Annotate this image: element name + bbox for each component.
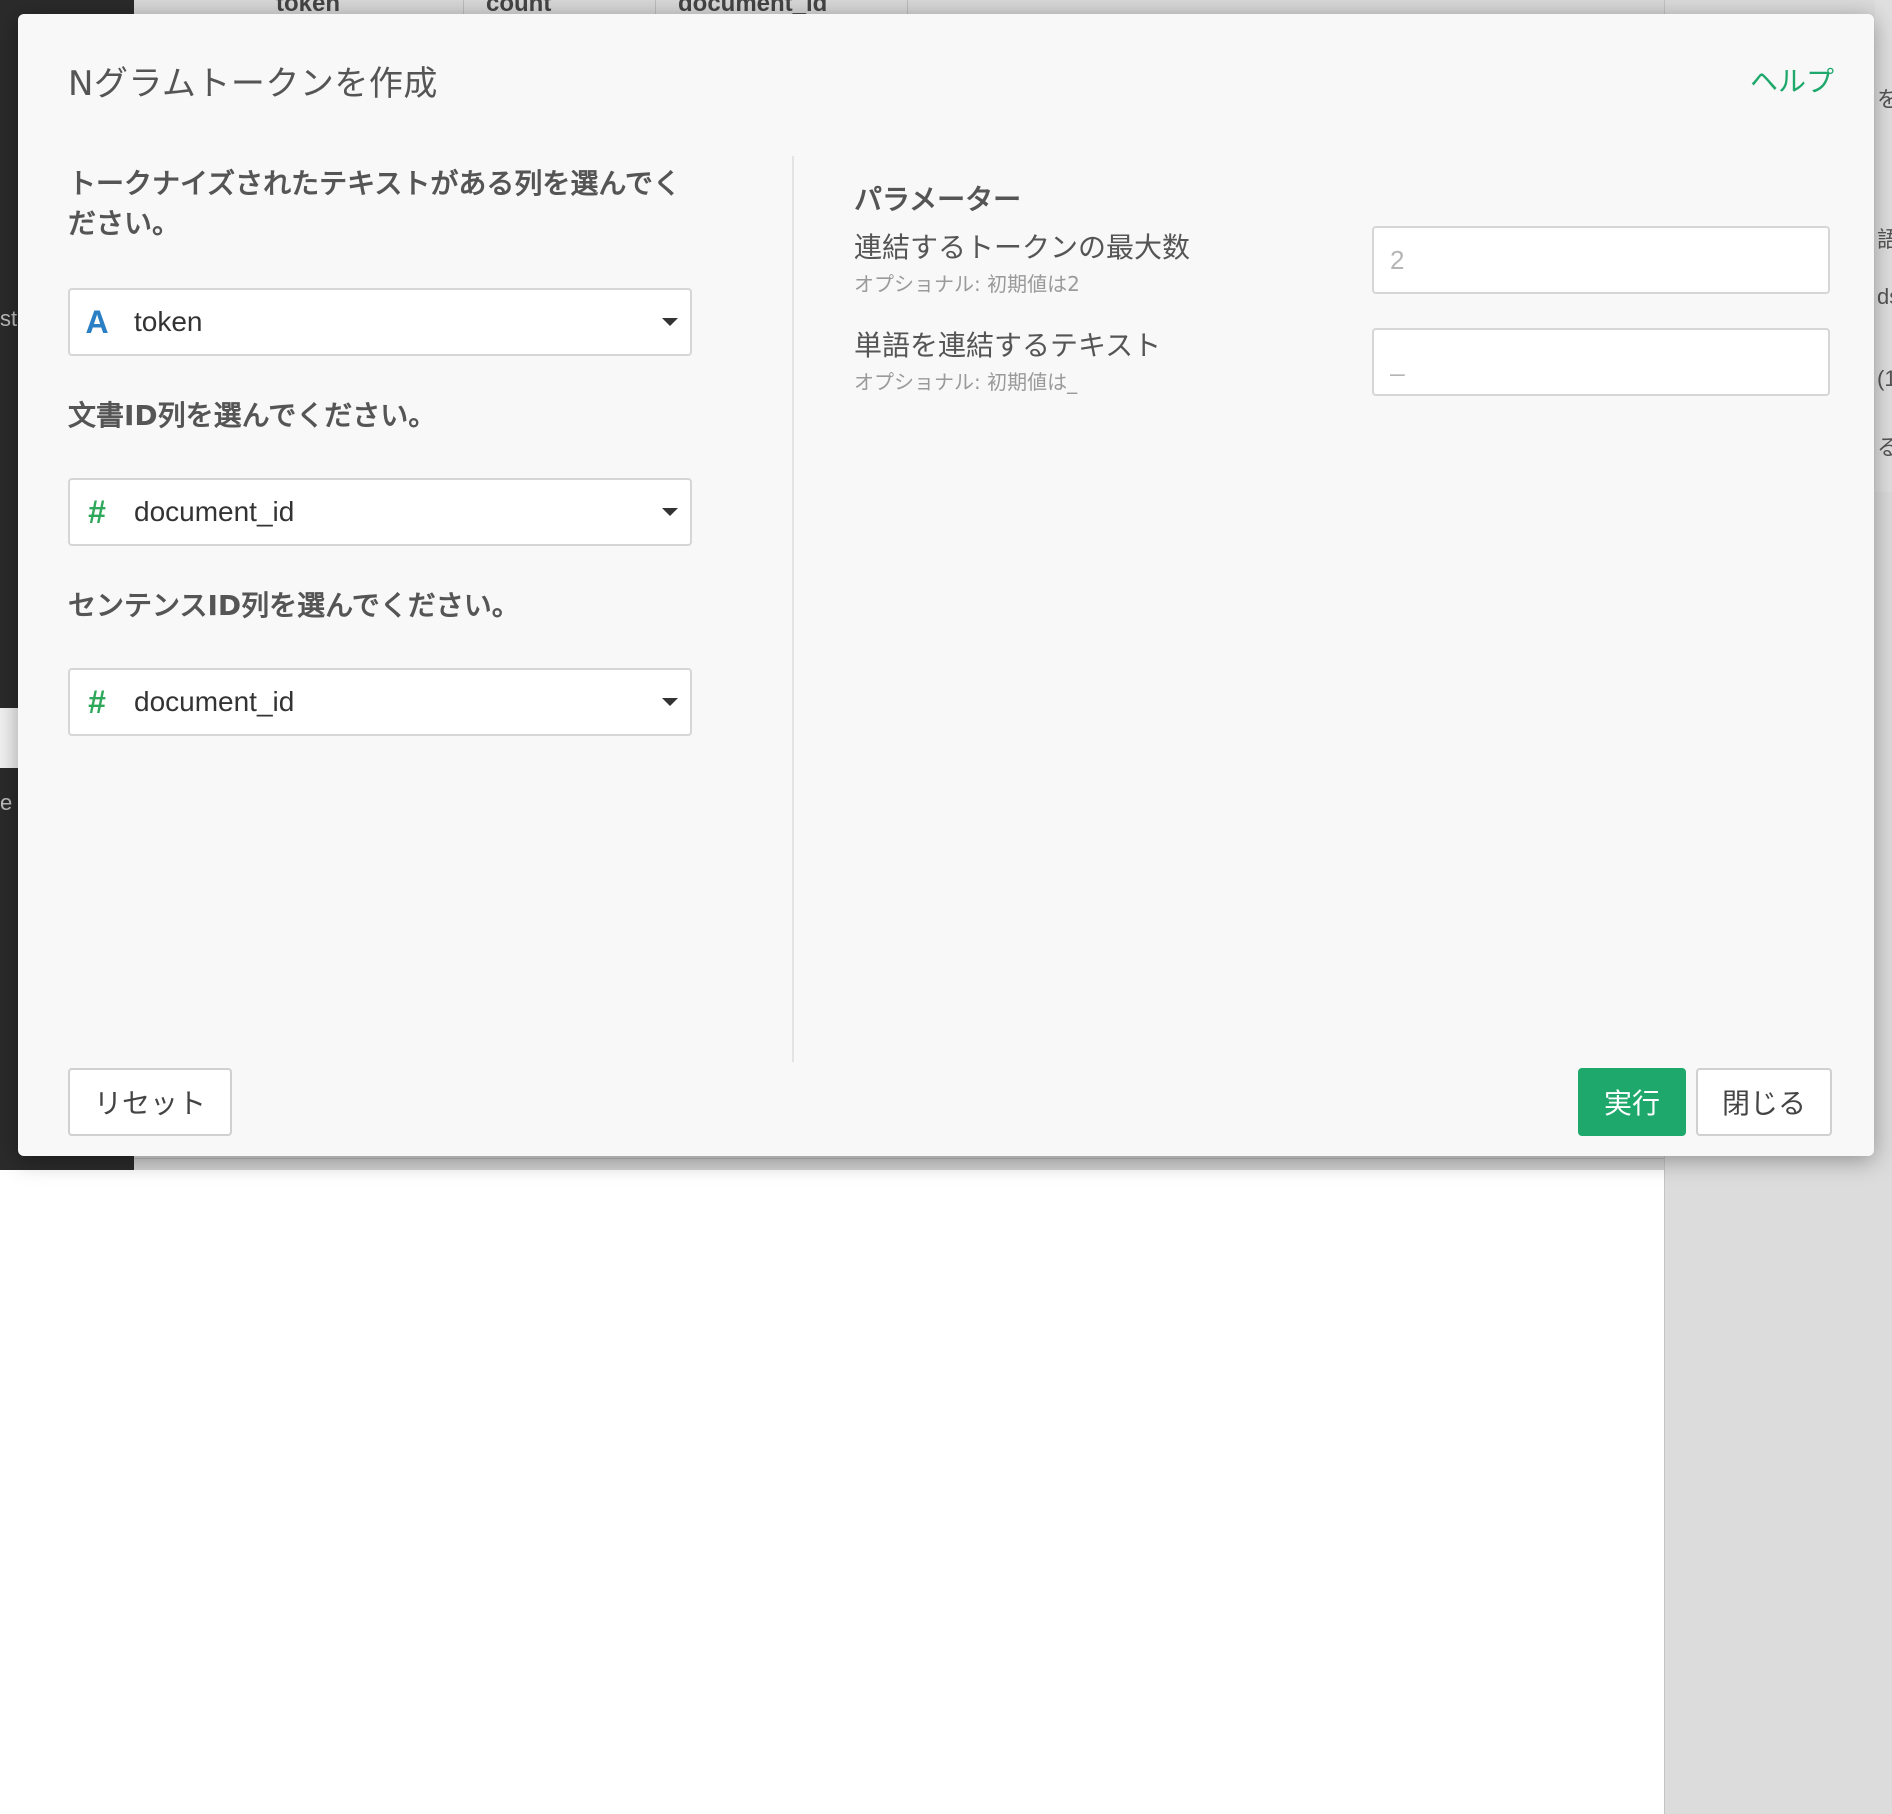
document-id-column-label: 文書ID列を選んでください。 [68,399,437,432]
max-tokens-input[interactable] [1372,226,1830,294]
background-fragment: る [1877,435,1892,460]
max-tokens-hint: オプショナル: 初期値は2 [854,272,1080,296]
number-type-icon: # [88,493,106,530]
background-fragment: (1) [1877,366,1892,391]
background-fragment: st [0,306,18,331]
background-grid-row [134,1158,1664,1170]
document-id-column-select[interactable]: # document_id [68,478,692,546]
caret-down-icon [662,318,678,326]
parameters-heading: パラメーター [854,183,1022,216]
token-column-label: トークナイズされたテキストがある列を選んでください。 [68,167,681,240]
close-button[interactable]: 閉じる [1696,1068,1832,1136]
run-button[interactable]: 実行 [1578,1068,1686,1136]
column-divider [792,156,794,1062]
background-panel-piece [0,708,18,768]
caret-down-icon [662,508,678,516]
select-value: token [134,306,203,337]
reset-button[interactable]: リセット [68,1068,232,1136]
join-text-label: 単語を連結するテキスト [854,329,1162,362]
sentence-id-column-select[interactable]: # document_id [68,668,692,736]
background-fragment: ds [1877,284,1892,309]
max-tokens-label: 連結するトークンの最大数 [854,231,1191,264]
help-link[interactable]: ヘルプ [1750,60,1834,100]
string-type-icon: A [85,303,109,340]
background-fragment: を排 [1877,87,1892,112]
sentence-id-column-label: センテンスID列を選んでください。 [68,589,520,622]
background-fragment: e [0,790,13,815]
background-fragment: 語 [1877,227,1892,252]
token-column-select[interactable]: A token [68,288,692,356]
number-type-icon: # [88,683,106,720]
select-value: document_id [134,686,295,717]
join-text-hint: オプショナル: 初期値は_ [854,370,1078,394]
join-text-input[interactable] [1372,328,1830,396]
select-value: document_id [134,496,295,527]
ngram-dialog: Nグラムトークンを作成 ヘルプ トークナイズされたテキストがある列を選んでくださ… [18,14,1874,1156]
caret-down-icon [662,698,678,706]
dialog-title: Nグラムトークンを作成 [68,64,438,104]
